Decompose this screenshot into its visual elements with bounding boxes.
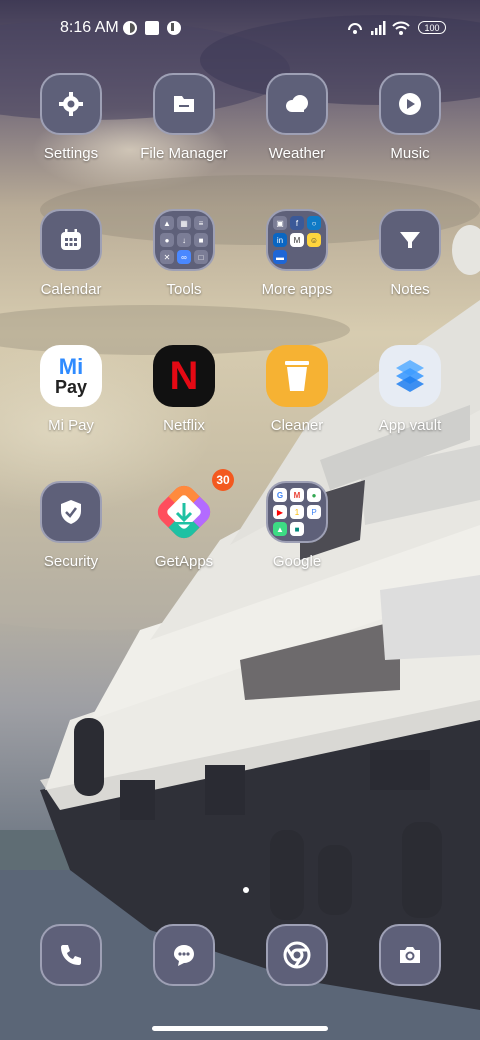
phone-icon <box>61 945 81 965</box>
video-icon: ■ <box>194 233 208 247</box>
notification-app-icon <box>123 21 137 35</box>
app-app-vault[interactable]: App vault <box>354 345 466 434</box>
app-icon: ○ <box>307 216 321 230</box>
app-label: Google <box>272 553 322 570</box>
more-apps-folder-icon: ▣ f ○ in M ☺ ▬ <box>266 209 328 271</box>
app-calendar[interactable]: Calendar <box>15 209 127 298</box>
infinity-icon: ∞ <box>177 250 191 264</box>
dock-camera[interactable] <box>379 924 441 986</box>
square-notification-icon <box>145 21 159 35</box>
home-gesture-bar[interactable] <box>152 1026 328 1031</box>
mi-icon: M <box>290 233 304 247</box>
app-label: Mi Pay <box>48 417 94 434</box>
mi-pay-logo-bottom: Pay <box>54 377 88 397</box>
smiley-icon: ☺ <box>307 233 321 247</box>
dock-chrome[interactable] <box>266 924 328 986</box>
app-weather[interactable]: Weather <box>241 73 353 162</box>
wifi-icon <box>392 21 410 35</box>
notification-app-icon-2 <box>167 21 181 35</box>
getapps-icon <box>153 481 215 543</box>
calculator-icon: ≡ <box>194 216 208 230</box>
mi-pay-logo-top: Mi <box>58 354 84 379</box>
dock-phone[interactable] <box>40 924 102 986</box>
app-label: GetApps <box>154 553 214 570</box>
meet-icon: ■ <box>290 522 304 536</box>
google-pay-icon: P <box>307 505 321 519</box>
status-bar: 8:16 AM 100 <box>0 0 480 56</box>
chrome-icon <box>283 941 311 969</box>
facebook-icon: f <box>290 216 304 230</box>
clock: 8:16 AM <box>60 19 119 36</box>
app-netflix[interactable]: N Netflix <box>128 345 240 434</box>
maps-icon: ● <box>307 488 321 502</box>
app-settings[interactable]: Settings <box>15 73 127 162</box>
play-icon <box>379 73 441 135</box>
youtube-icon: ▶ <box>273 505 287 519</box>
download-icon: ↓ <box>177 233 191 247</box>
shield-icon <box>40 481 102 543</box>
app-music[interactable]: Music <box>354 73 466 162</box>
app-label: Security <box>43 553 99 570</box>
hotspot-icon <box>348 23 362 34</box>
app-label: App vault <box>378 417 442 434</box>
page-dot-active <box>243 887 249 893</box>
grid-icon: ▦ <box>177 216 191 230</box>
folder-tools[interactable]: ▲ ▦ ≡ ● ↓ ■ ✕ ∞ □ Tools <box>128 209 240 298</box>
linkedin-icon: in <box>273 233 287 247</box>
android-icon: ▲ <box>273 522 287 536</box>
compass-icon: ▲ <box>160 216 174 230</box>
empty-slot <box>290 250 304 264</box>
empty-slot <box>307 522 321 536</box>
app-label: Cleaner <box>270 417 324 434</box>
google-one-icon: 1 <box>290 505 304 519</box>
tools-folder-icon: ▲ ▦ ≡ ● ↓ ■ ✕ ∞ □ <box>153 209 215 271</box>
folder-google[interactable]: G M ● ▶ 1 P ▲ ■ Google <box>241 481 353 570</box>
app-label: More apps <box>261 281 333 298</box>
mi-pay-icon: Mi Pay <box>40 345 102 407</box>
scan-icon: □ <box>194 250 208 264</box>
app-label: File Manager <box>140 145 228 162</box>
app-cleaner[interactable]: Cleaner <box>241 345 353 434</box>
battery-icon: 100 <box>418 21 446 34</box>
app-label: Weather <box>268 145 326 162</box>
shopping-icon: ▣ <box>273 216 287 230</box>
app-label: Tools <box>166 281 202 298</box>
cloud-icon <box>266 73 328 135</box>
app-label: Notes <box>390 281 430 298</box>
page-indicator <box>243 880 249 898</box>
app-mi-pay[interactable]: Mi Pay Mi Pay <box>15 345 127 434</box>
app-file-manager[interactable]: File Manager <box>128 73 240 162</box>
settings-icon <box>40 73 102 135</box>
app-icon-2: ▬ <box>273 250 287 264</box>
app-getapps[interactable]: 30 GetApps <box>128 469 240 570</box>
app-label: Settings <box>43 145 99 162</box>
app-label: Calendar <box>40 281 102 298</box>
notes-icon <box>379 209 441 271</box>
app-label: Netflix <box>163 417 205 434</box>
signal-icon <box>371 21 386 35</box>
google-icon: G <box>273 488 287 502</box>
folder-icon <box>153 73 215 135</box>
netflix-logo: N <box>169 353 199 398</box>
app-security[interactable]: Security <box>15 481 127 570</box>
folder-more-apps[interactable]: ▣ f ○ in M ☺ ▬ More apps <box>241 209 353 298</box>
calendar-icon <box>40 209 102 271</box>
notification-badge: 30 <box>212 469 234 491</box>
netflix-icon: N <box>153 345 215 407</box>
empty-slot <box>307 250 321 264</box>
close-icon: ✕ <box>160 250 174 264</box>
app-vault-icon <box>379 345 441 407</box>
app-notes[interactable]: Notes <box>354 209 466 298</box>
google-folder-icon: G M ● ▶ 1 P ▲ ■ <box>266 481 328 543</box>
trash-icon <box>266 345 328 407</box>
dock-messages[interactable] <box>153 924 215 986</box>
messages-icon <box>174 945 194 966</box>
mic-icon: ● <box>160 233 174 247</box>
gmail-icon: M <box>290 488 304 502</box>
app-label: Music <box>390 145 430 162</box>
camera-icon <box>400 947 420 963</box>
